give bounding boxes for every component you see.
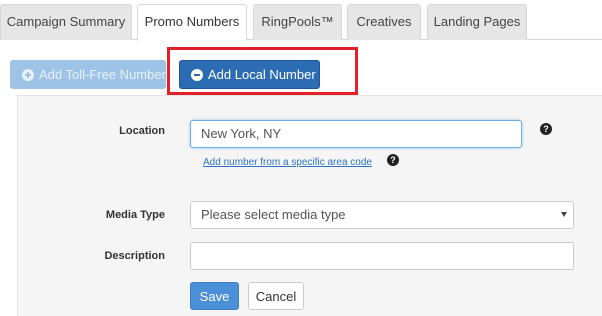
add-toll-free-label: Add Toll-Free Number: [39, 67, 166, 82]
media-type-selected: Please select media type: [201, 207, 346, 222]
tab-promo-numbers[interactable]: Promo Numbers: [137, 4, 247, 41]
location-help-icon[interactable]: ?: [540, 123, 552, 135]
tab-campaign-summary[interactable]: Campaign Summary: [0, 4, 132, 40]
tab-bar: Campaign Summary Promo Numbers RingPools…: [0, 0, 602, 41]
description-input[interactable]: [190, 242, 574, 270]
location-input[interactable]: New York, NY: [190, 120, 522, 148]
tab-landing-pages[interactable]: Landing Pages: [427, 4, 527, 40]
area-code-help-icon[interactable]: ?: [387, 154, 399, 166]
highlight-annotation-box: [167, 47, 358, 95]
location-label: Location: [119, 125, 165, 137]
description-label: Description: [104, 250, 165, 262]
add-area-code-link[interactable]: Add number from a specific area code: [203, 157, 372, 168]
plus-circle-icon: [22, 69, 34, 81]
add-toll-free-number-button[interactable]: Add Toll-Free Number: [10, 60, 166, 89]
media-type-select[interactable]: Please select media type: [190, 201, 574, 229]
media-type-label: Media Type: [105, 209, 165, 221]
tab-ringpools[interactable]: RingPools™: [253, 4, 342, 40]
cancel-button[interactable]: Cancel: [248, 282, 304, 310]
save-button[interactable]: Save: [190, 282, 239, 310]
tab-creatives[interactable]: Creatives: [347, 4, 421, 40]
chevron-down-icon: [561, 212, 567, 217]
